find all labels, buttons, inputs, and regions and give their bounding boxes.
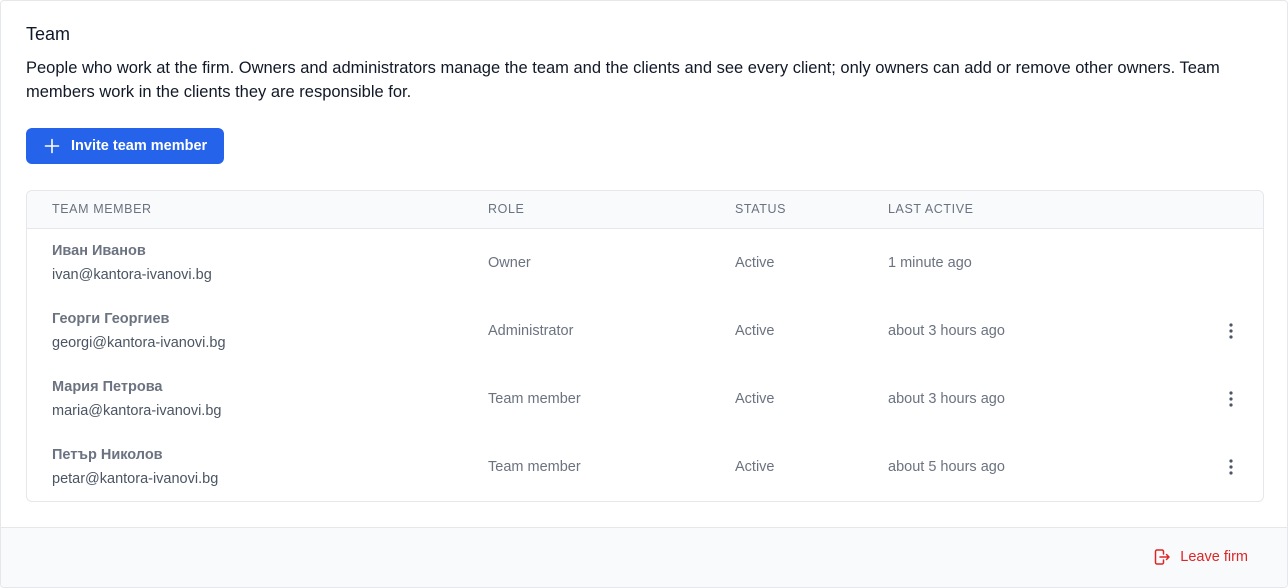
member-last-active: 1 minute ago [888, 255, 972, 271]
member-status: Active [735, 459, 775, 475]
member-last-active: about 5 hours ago [888, 459, 1005, 475]
member-email: ivan@kantora-ivanovi.bg [52, 267, 212, 283]
team-table: TEAM MEMBER ROLE STATUS LAST ACTIVE Иван… [26, 190, 1264, 502]
header-role: ROLE [488, 202, 525, 216]
more-vertical-icon [1229, 323, 1233, 339]
member-role: Administrator [488, 323, 574, 339]
plus-icon [44, 138, 60, 154]
more-vertical-icon [1229, 391, 1233, 407]
logout-icon [1153, 548, 1171, 566]
member-status: Active [735, 391, 775, 407]
member-email: petar@kantora-ivanovi.bg [52, 471, 219, 487]
member-role: Team member [488, 459, 581, 475]
table-header: TEAM MEMBER ROLE STATUS LAST ACTIVE [27, 191, 1263, 229]
invite-button-label: Invite team member [71, 138, 208, 154]
header-last-active: LAST ACTIVE [888, 202, 974, 216]
section-title: Team [26, 24, 71, 44]
table-row: Петър Николов petar@kantora-ivanovi.bg T… [27, 433, 1263, 501]
leave-firm-label: Leave firm [1180, 549, 1248, 565]
member-name: Иван Иванов [52, 243, 146, 259]
member-last-active: about 3 hours ago [888, 323, 1005, 339]
table-row: Мария Петрова maria@kantora-ivanovi.bg T… [27, 365, 1263, 433]
row-actions-button[interactable] [1217, 297, 1245, 365]
member-name: Петър Николов [52, 447, 163, 463]
section-description: People who work at the firm. Owners and … [26, 59, 1220, 101]
member-cell: Иван Иванов ivan@kantora-ivanovi.bg [52, 229, 212, 297]
header-team-member: TEAM MEMBER [52, 202, 152, 216]
member-name: Георги Георгиев [52, 311, 170, 327]
table-row: Иван Иванов ivan@kantora-ivanovi.bg Owne… [27, 229, 1263, 297]
team-panel: Team People who work at the firm. Owners… [0, 0, 1288, 588]
member-role: Team member [488, 391, 581, 407]
panel-footer: Leave firm [1, 527, 1287, 587]
member-role: Owner [488, 255, 531, 271]
table-row: Георги Георгиев georgi@kantora-ivanovi.b… [27, 297, 1263, 365]
invite-team-member-button[interactable]: Invite team member [26, 128, 225, 164]
header-status: STATUS [735, 202, 787, 216]
member-status: Active [735, 323, 775, 339]
member-cell: Георги Георгиев georgi@kantora-ivanovi.b… [52, 297, 226, 365]
leave-firm-button[interactable]: Leave firm [1153, 548, 1248, 566]
member-cell: Петър Николов petar@kantora-ivanovi.bg [52, 433, 218, 501]
member-cell: Мария Петрова maria@kantora-ivanovi.bg [52, 365, 221, 433]
member-status: Active [735, 255, 775, 271]
member-name: Мария Петрова [52, 379, 163, 395]
row-actions-button[interactable] [1217, 433, 1245, 501]
team-panel-body: Team People who work at the firm. Owners… [1, 1, 1287, 164]
row-actions-button[interactable] [1217, 365, 1245, 433]
member-email: georgi@kantora-ivanovi.bg [52, 335, 226, 351]
more-vertical-icon [1229, 459, 1233, 475]
member-email: maria@kantora-ivanovi.bg [52, 403, 222, 419]
member-last-active: about 3 hours ago [888, 391, 1005, 407]
